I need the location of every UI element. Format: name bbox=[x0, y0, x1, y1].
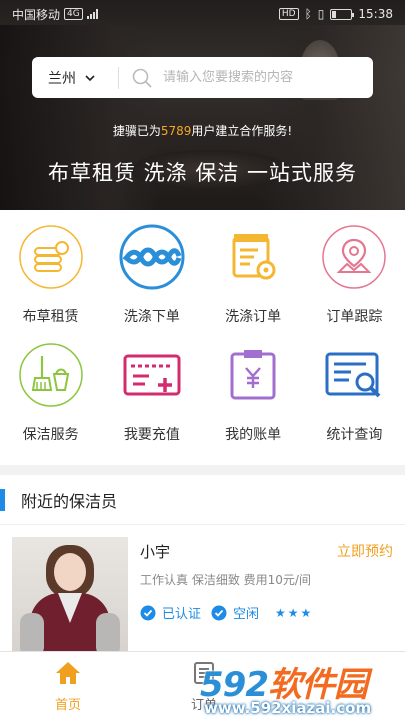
book-now-button[interactable]: 立即预约 bbox=[337, 541, 393, 561]
search-icon bbox=[132, 68, 152, 88]
check-circle-icon bbox=[211, 605, 227, 620]
service-cleaning[interactable]: 保洁服务 bbox=[0, 342, 101, 460]
nearby-cleaners-section: 附近的保洁员 小宇 立即预约 工作认真 保洁细致 费用10元/间 已认证 空闲 … bbox=[0, 475, 405, 651]
cleaner-tags: 已认证 空闲 ★★★ bbox=[140, 603, 313, 622]
cleaner-name: 小宇 bbox=[140, 543, 171, 561]
broom-bucket-icon bbox=[18, 343, 83, 407]
service-label: 统计查询 bbox=[326, 427, 383, 443]
bluetooth-icon: ᛒ bbox=[304, 7, 312, 21]
chevron-down-icon bbox=[85, 74, 95, 81]
clock: 15:38 bbox=[358, 7, 393, 21]
hd-label: HD bbox=[278, 8, 299, 20]
service-label: 洗涤订单 bbox=[225, 309, 282, 325]
promo-text: 捷骥已为5789用户建立合作服务! bbox=[112, 124, 293, 138]
carrier-label: 中国移动 bbox=[12, 7, 61, 22]
home-icon bbox=[56, 662, 80, 684]
card-plus-icon bbox=[123, 354, 181, 396]
service-label: 订单跟踪 bbox=[326, 309, 383, 325]
linen-stack-icon bbox=[18, 225, 83, 289]
tab-label: 首页 bbox=[54, 698, 81, 713]
check-circle-icon bbox=[140, 605, 156, 620]
slogan: 布草租赁 洗涤 保洁 一站式服务 bbox=[47, 161, 358, 185]
status-bar: 中国移动 4G HD ᛒ ▯ 15:38 bbox=[0, 0, 405, 28]
service-wash-order[interactable]: 洗涤下单 bbox=[101, 224, 202, 342]
rating-stars: ★★★ bbox=[275, 605, 314, 620]
section-header: 附近的保洁员 bbox=[0, 475, 405, 525]
cleaner-description: 工作认真 保洁细致 费用10元/间 bbox=[140, 573, 311, 587]
cleaner-photo bbox=[12, 537, 128, 651]
service-linen-rental[interactable]: 布草租赁 bbox=[0, 224, 101, 342]
certified-badge: 已认证 bbox=[140, 603, 201, 622]
service-label: 洗涤下单 bbox=[123, 309, 180, 325]
section-accent-bar bbox=[0, 488, 5, 511]
service-label: 我的账单 bbox=[225, 427, 282, 443]
hero-banner: 中国移动 4G HD ᛒ ▯ 15:38 兰州 捷骥已为5789用户建立合作服务… bbox=[0, 0, 405, 210]
service-order-tracking[interactable]: 订单跟踪 bbox=[304, 224, 405, 342]
twisted-rope-icon bbox=[119, 224, 185, 290]
cleaner-card[interactable]: 小宇 立即预约 工作认真 保洁细致 费用10元/间 已认证 空闲 ★★★ bbox=[12, 537, 393, 651]
city-selector[interactable]: 兰州 bbox=[32, 68, 118, 88]
site-watermark: 592软件园 www.592xiazai.com bbox=[200, 657, 405, 720]
map-pin-icon bbox=[322, 225, 387, 289]
service-grid: 布草租赁 洗涤下单 洗涤订单 订单跟踪 保洁服务 我要充值 我的账单 统计查询 bbox=[0, 210, 405, 465]
search-bar: 兰州 bbox=[32, 57, 373, 98]
available-badge: 空闲 bbox=[211, 603, 259, 622]
section-title: 附近的保洁员 bbox=[21, 491, 118, 511]
network-label: 4G bbox=[64, 8, 83, 20]
user-count: 5789 bbox=[160, 124, 192, 138]
bill-yen-icon bbox=[230, 350, 276, 400]
service-label: 布草租赁 bbox=[22, 309, 79, 325]
city-label: 兰州 bbox=[48, 70, 76, 87]
service-my-bill[interactable]: 我的账单 bbox=[203, 342, 304, 460]
order-gear-icon bbox=[232, 234, 276, 280]
battery-icon bbox=[330, 8, 355, 20]
service-wash-orders[interactable]: 洗涤订单 bbox=[203, 224, 304, 342]
service-statistics[interactable]: 统计查询 bbox=[304, 342, 405, 460]
signal-icon bbox=[86, 9, 98, 19]
search-input[interactable] bbox=[163, 70, 373, 85]
watermark-url: www.592xiazai.com bbox=[204, 699, 372, 717]
tab-home[interactable]: 首页 bbox=[28, 660, 108, 713]
vibrate-icon: ▯ bbox=[317, 7, 325, 21]
stats-search-icon bbox=[325, 352, 381, 398]
service-recharge[interactable]: 我要充值 bbox=[101, 342, 202, 460]
service-label: 保洁服务 bbox=[22, 427, 79, 443]
service-label: 我要充值 bbox=[123, 427, 180, 443]
